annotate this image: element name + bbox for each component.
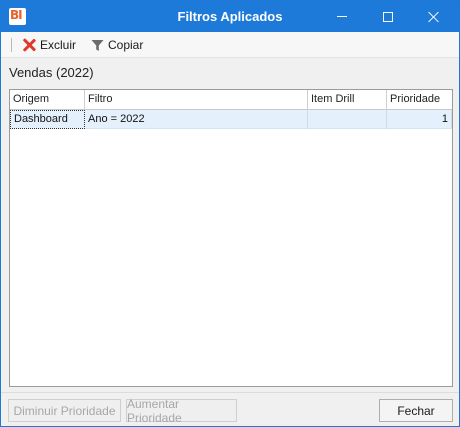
column-header-item-drill[interactable]: Item Drill: [308, 90, 387, 110]
close-icon: [428, 11, 440, 23]
copiar-label: Copiar: [108, 38, 144, 52]
delete-x-icon: [22, 38, 36, 52]
filters-dialog: BI Filtros Aplicados Excluir Copiar Vend…: [0, 0, 460, 427]
funnel-icon: [91, 39, 104, 51]
maximize-icon: [383, 11, 393, 22]
grid-header: Origem Filtro Item Drill Prioridade: [10, 90, 452, 110]
aumentar-prioridade-button[interactable]: Aumentar Prioridade: [126, 397, 237, 425]
title-bar[interactable]: BI Filtros Aplicados: [1, 1, 459, 32]
column-header-origem[interactable]: Origem: [10, 90, 85, 110]
excluir-button[interactable]: Excluir: [22, 36, 76, 54]
column-header-prioridade[interactable]: Prioridade: [387, 90, 452, 110]
group-label: Vendas (2022): [9, 65, 94, 80]
column-header-filtro[interactable]: Filtro: [85, 90, 308, 110]
cell-item-drill[interactable]: [308, 110, 387, 129]
cell-filtro[interactable]: Ano = 2022: [85, 110, 308, 129]
toolbar: Excluir Copiar: [1, 32, 459, 58]
fechar-button[interactable]: Fechar: [379, 399, 453, 422]
table-row[interactable]: Dashboard Ano = 2022 1: [10, 110, 452, 129]
cell-origem[interactable]: Dashboard: [10, 110, 85, 129]
close-button[interactable]: [411, 1, 457, 32]
minimize-icon: [337, 16, 347, 17]
excluir-label: Excluir: [40, 38, 77, 52]
maximize-button[interactable]: [365, 1, 411, 32]
toolbar-grip: [11, 38, 12, 52]
minimize-button[interactable]: [319, 1, 365, 32]
copiar-button[interactable]: Copiar: [91, 36, 143, 54]
footer-divider: [1, 392, 459, 393]
diminuir-prioridade-button[interactable]: Diminuir Prioridade: [8, 399, 121, 422]
cell-prioridade[interactable]: 1: [387, 110, 452, 129]
filters-grid[interactable]: Origem Filtro Item Drill Prioridade Dash…: [9, 89, 453, 387]
